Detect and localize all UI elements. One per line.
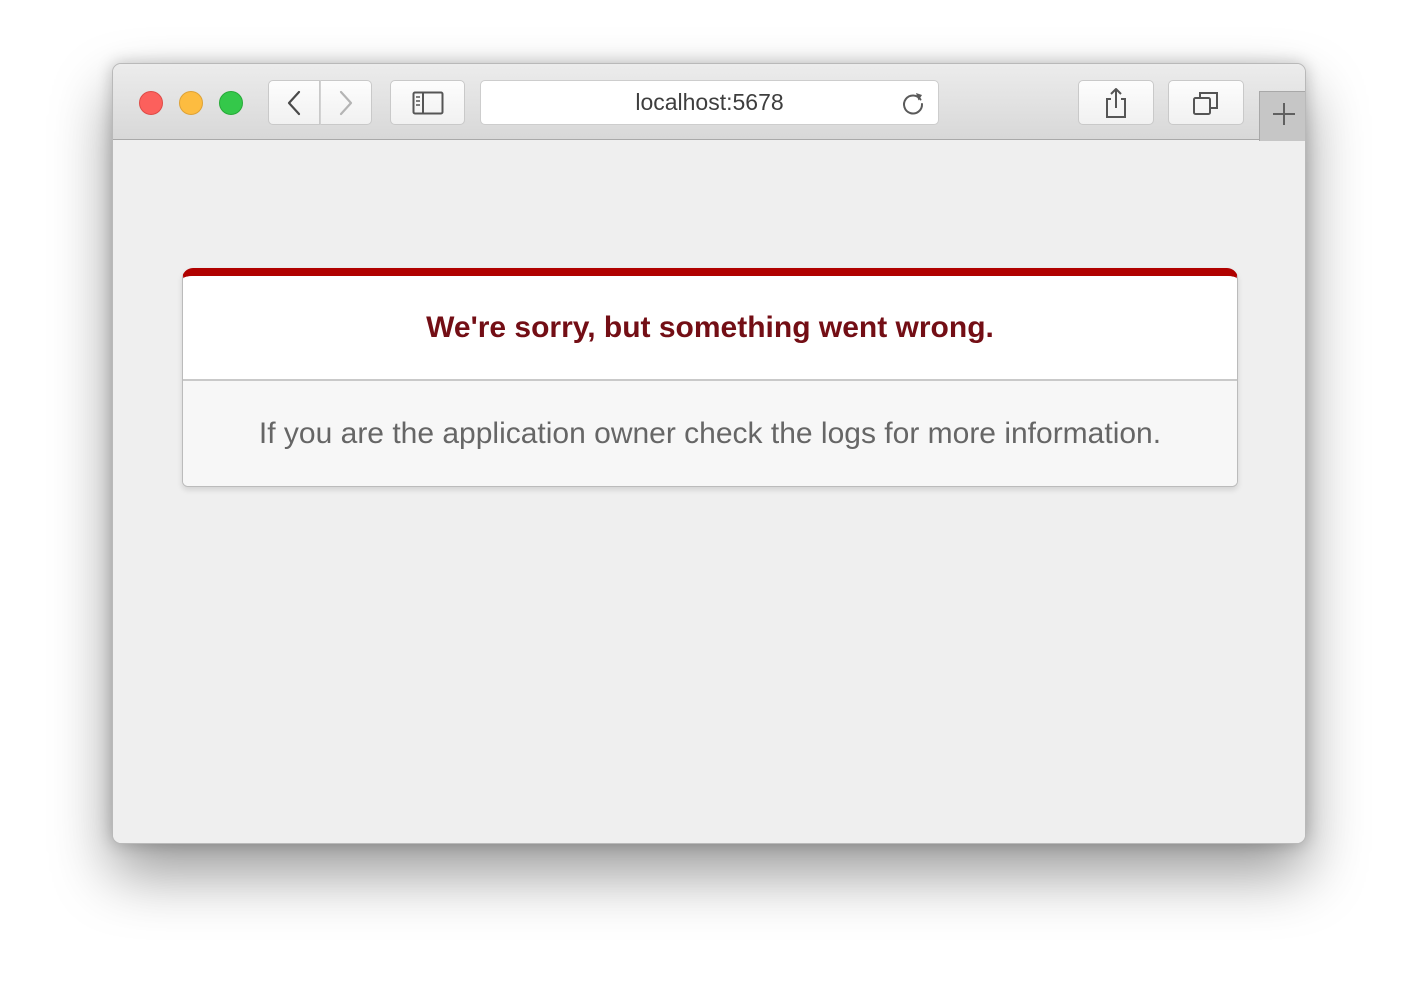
error-message: If you are the application owner check t… [258,416,1162,450]
plus-icon [1272,102,1296,131]
address-bar[interactable]: localhost:5678 [480,80,939,125]
close-window-button[interactable] [139,91,163,115]
back-button[interactable] [268,80,320,125]
reload-icon[interactable] [900,90,926,116]
new-tab-button[interactable] [1259,91,1305,141]
sidebar-toggle-button[interactable] [390,80,465,125]
error-title: We're sorry, but something went wrong. [426,310,994,344]
minimize-window-button[interactable] [179,91,203,115]
error-body: If you are the application owner check t… [183,381,1237,486]
sidebar-icon [412,91,444,115]
error-dialog: We're sorry, but something went wrong. I… [182,268,1238,487]
tab-overview-icon [1192,90,1220,116]
error-header: We're sorry, but something went wrong. [183,276,1237,381]
zoom-window-button[interactable] [219,91,243,115]
share-button[interactable] [1078,80,1154,125]
page-content: We're sorry, but something went wrong. I… [113,141,1305,843]
share-icon [1103,87,1129,119]
tab-overview-button[interactable] [1168,80,1244,125]
chevron-left-icon [286,90,302,116]
address-url[interactable]: localhost:5678 [481,81,938,124]
forward-button[interactable] [320,80,372,125]
browser-toolbar: localhost:5678 [113,64,1305,141]
browser-window: localhost:5678 We're sorry, but somethin… [112,63,1306,844]
chevron-right-icon [338,90,354,116]
